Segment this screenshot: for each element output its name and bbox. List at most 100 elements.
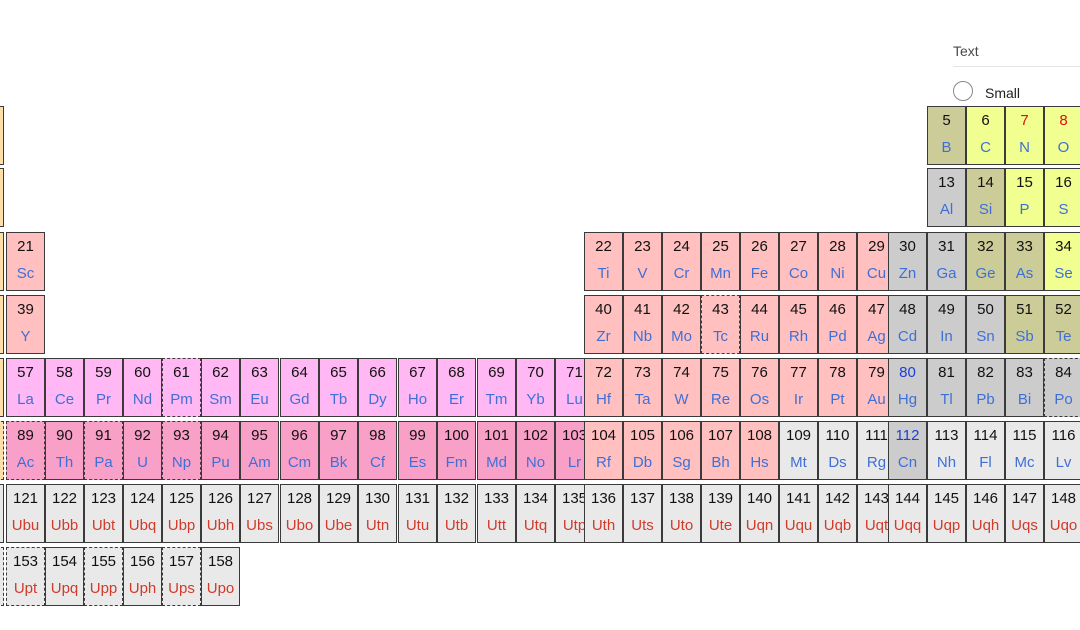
element-cell-utn[interactable]: 130 Utn: [358, 484, 397, 543]
element-cell-cm[interactable]: 96 Cm: [280, 421, 319, 480]
element-cell-yb[interactable]: 70 Yb: [516, 358, 555, 417]
element-cell-am[interactable]: 95 Am: [240, 421, 279, 480]
element-cell-utu[interactable]: 131 Utu: [398, 484, 437, 543]
element-cell-ti[interactable]: 22 Ti: [584, 232, 623, 291]
element-cell-uqn[interactable]: 140 Uqn: [740, 484, 779, 543]
element-cell-tl[interactable]: 81 Tl: [927, 358, 966, 417]
element-cell-cd[interactable]: 48 Cd: [888, 295, 927, 354]
element-cell-ubp[interactable]: 125 Ubp: [162, 484, 201, 543]
element-cell-es[interactable]: 99 Es: [398, 421, 437, 480]
element-cell-mo[interactable]: 42 Mo: [662, 295, 701, 354]
element-cell-ubq[interactable]: 124 Ubq: [123, 484, 162, 543]
element-cell-pd[interactable]: 46 Pd: [818, 295, 857, 354]
element-cell-utq[interactable]: 134 Utq: [516, 484, 555, 543]
element-cell-er[interactable]: 68 Er: [437, 358, 476, 417]
element-cell-bi[interactable]: 83 Bi: [1005, 358, 1044, 417]
element-cell-nh[interactable]: 113 Nh: [927, 421, 966, 480]
element-cell-pb[interactable]: 82 Pb: [966, 358, 1005, 417]
element-cell-se[interactable]: 34 Se: [1044, 232, 1080, 291]
element-cell-ups[interactable]: 157 Ups: [162, 547, 201, 606]
element-cell-cr[interactable]: 24 Cr: [662, 232, 701, 291]
element-cell-ga[interactable]: 31 Ga: [927, 232, 966, 291]
element-cell-al[interactable]: 13 Al: [927, 168, 966, 227]
element-cell-ce[interactable]: 58 Ce: [45, 358, 84, 417]
element-cell-pt[interactable]: 78 Pt: [818, 358, 857, 417]
element-cell-u[interactable]: 92 U: [123, 421, 162, 480]
element-cell-hg[interactable]: 80 Hg: [888, 358, 927, 417]
element-cell-mc[interactable]: 115 Mc: [1005, 421, 1044, 480]
element-cell-as[interactable]: 33 As: [1005, 232, 1044, 291]
element-cell-uqp[interactable]: 145 Uqp: [927, 484, 966, 543]
element-cell-pa[interactable]: 91 Pa: [84, 421, 123, 480]
element-cell-ac[interactable]: 89 Ac: [6, 421, 45, 480]
element-cell-mn[interactable]: 25 Mn: [701, 232, 740, 291]
element-cell-ds[interactable]: 110 Ds: [818, 421, 857, 480]
element-cell-upo[interactable]: 158 Upo: [201, 547, 240, 606]
element-cell-db[interactable]: 105 Db: [623, 421, 662, 480]
element-cell-po[interactable]: 84 Po: [1044, 358, 1080, 417]
element-cell-ru[interactable]: 44 Ru: [740, 295, 779, 354]
element-cell-eu[interactable]: 63 Eu: [240, 358, 279, 417]
element-cell-v[interactable]: 23 V: [623, 232, 662, 291]
element-cell-n[interactable]: 7N: [1005, 106, 1044, 165]
element-cell-nd[interactable]: 60 Nd: [123, 358, 162, 417]
element-cell-uqb[interactable]: 142 Uqb: [818, 484, 857, 543]
element-cell-in[interactable]: 49 In: [927, 295, 966, 354]
element-cell-upt[interactable]: 153 Upt: [6, 547, 45, 606]
small-text-radio[interactable]: [953, 81, 973, 101]
element-cell-sg[interactable]: 106 Sg: [662, 421, 701, 480]
element-cell-no[interactable]: 102 No: [516, 421, 555, 480]
element-cell-tm[interactable]: 69 Tm: [477, 358, 516, 417]
element-cell-ubh[interactable]: 126 Ubh: [201, 484, 240, 543]
element-cell-uqh[interactable]: 146 Uqh: [966, 484, 1005, 543]
element-cell-o[interactable]: 8O: [1044, 106, 1080, 165]
element-cell-fl[interactable]: 114 Fl: [966, 421, 1005, 480]
element-cell-cf[interactable]: 98 Cf: [358, 421, 397, 480]
element-cell-b[interactable]: 5B: [927, 106, 966, 165]
element-cell-mt[interactable]: 109 Mt: [779, 421, 818, 480]
element-cell-cn[interactable]: 112 Cn: [888, 421, 927, 480]
element-cell-rf[interactable]: 104 Rf: [584, 421, 623, 480]
element-cell-uqu[interactable]: 141 Uqu: [779, 484, 818, 543]
element-cell-ubu[interactable]: 121 Ubu: [6, 484, 45, 543]
element-cell-bk[interactable]: 97 Bk: [319, 421, 358, 480]
element-cell-ir[interactable]: 77 Ir: [779, 358, 818, 417]
element-cell-ubs[interactable]: 127 Ubs: [240, 484, 279, 543]
element-cell-la[interactable]: 57 La: [6, 358, 45, 417]
element-cell-ubt[interactable]: 123 Ubt: [84, 484, 123, 543]
element-cell-ni[interactable]: 28 Ni: [818, 232, 857, 291]
element-cell-uts[interactable]: 137 Uts: [623, 484, 662, 543]
element-cell-gd[interactable]: 64 Gd: [280, 358, 319, 417]
element-cell-tc[interactable]: 43 Tc: [701, 295, 740, 354]
element-cell-si[interactable]: 14 Si: [966, 168, 1005, 227]
element-cell-co[interactable]: 27 Co: [779, 232, 818, 291]
element-cell-pr[interactable]: 59 Pr: [84, 358, 123, 417]
element-cell-dy[interactable]: 66 Dy: [358, 358, 397, 417]
element-cell-w[interactable]: 74 W: [662, 358, 701, 417]
element-cell-nb[interactable]: 41 Nb: [623, 295, 662, 354]
element-cell-hf[interactable]: 72 Hf: [584, 358, 623, 417]
element-cell-pm[interactable]: 61 Pm: [162, 358, 201, 417]
element-cell-sb[interactable]: 51 Sb: [1005, 295, 1044, 354]
element-cell-c[interactable]: 6C: [966, 106, 1005, 165]
element-cell-fe[interactable]: 26 Fe: [740, 232, 779, 291]
element-cell-fm[interactable]: 100 Fm: [437, 421, 476, 480]
element-cell-md[interactable]: 101 Md: [477, 421, 516, 480]
element-cell-hs[interactable]: 108 Hs: [740, 421, 779, 480]
element-cell-tb[interactable]: 65 Tb: [319, 358, 358, 417]
element-cell-ta[interactable]: 73 Ta: [623, 358, 662, 417]
element-cell-re[interactable]: 75 Re: [701, 358, 740, 417]
element-cell-p[interactable]: 15 P: [1005, 168, 1044, 227]
small-text-label[interactable]: Small: [985, 85, 1020, 101]
element-cell-ubb[interactable]: 122 Ubb: [45, 484, 84, 543]
element-cell-sn[interactable]: 50 Sn: [966, 295, 1005, 354]
element-cell-sm[interactable]: 62 Sm: [201, 358, 240, 417]
element-cell-pu[interactable]: 94 Pu: [201, 421, 240, 480]
element-cell-upp[interactable]: 155 Upp: [84, 547, 123, 606]
element-cell-uto[interactable]: 138 Uto: [662, 484, 701, 543]
element-cell-uph[interactable]: 156 Uph: [123, 547, 162, 606]
element-cell-ho[interactable]: 67 Ho: [398, 358, 437, 417]
element-cell-ubo[interactable]: 128 Ubo: [280, 484, 319, 543]
element-cell-uqq[interactable]: 144 Uqq: [888, 484, 927, 543]
element-cell-uqs[interactable]: 147 Uqs: [1005, 484, 1044, 543]
